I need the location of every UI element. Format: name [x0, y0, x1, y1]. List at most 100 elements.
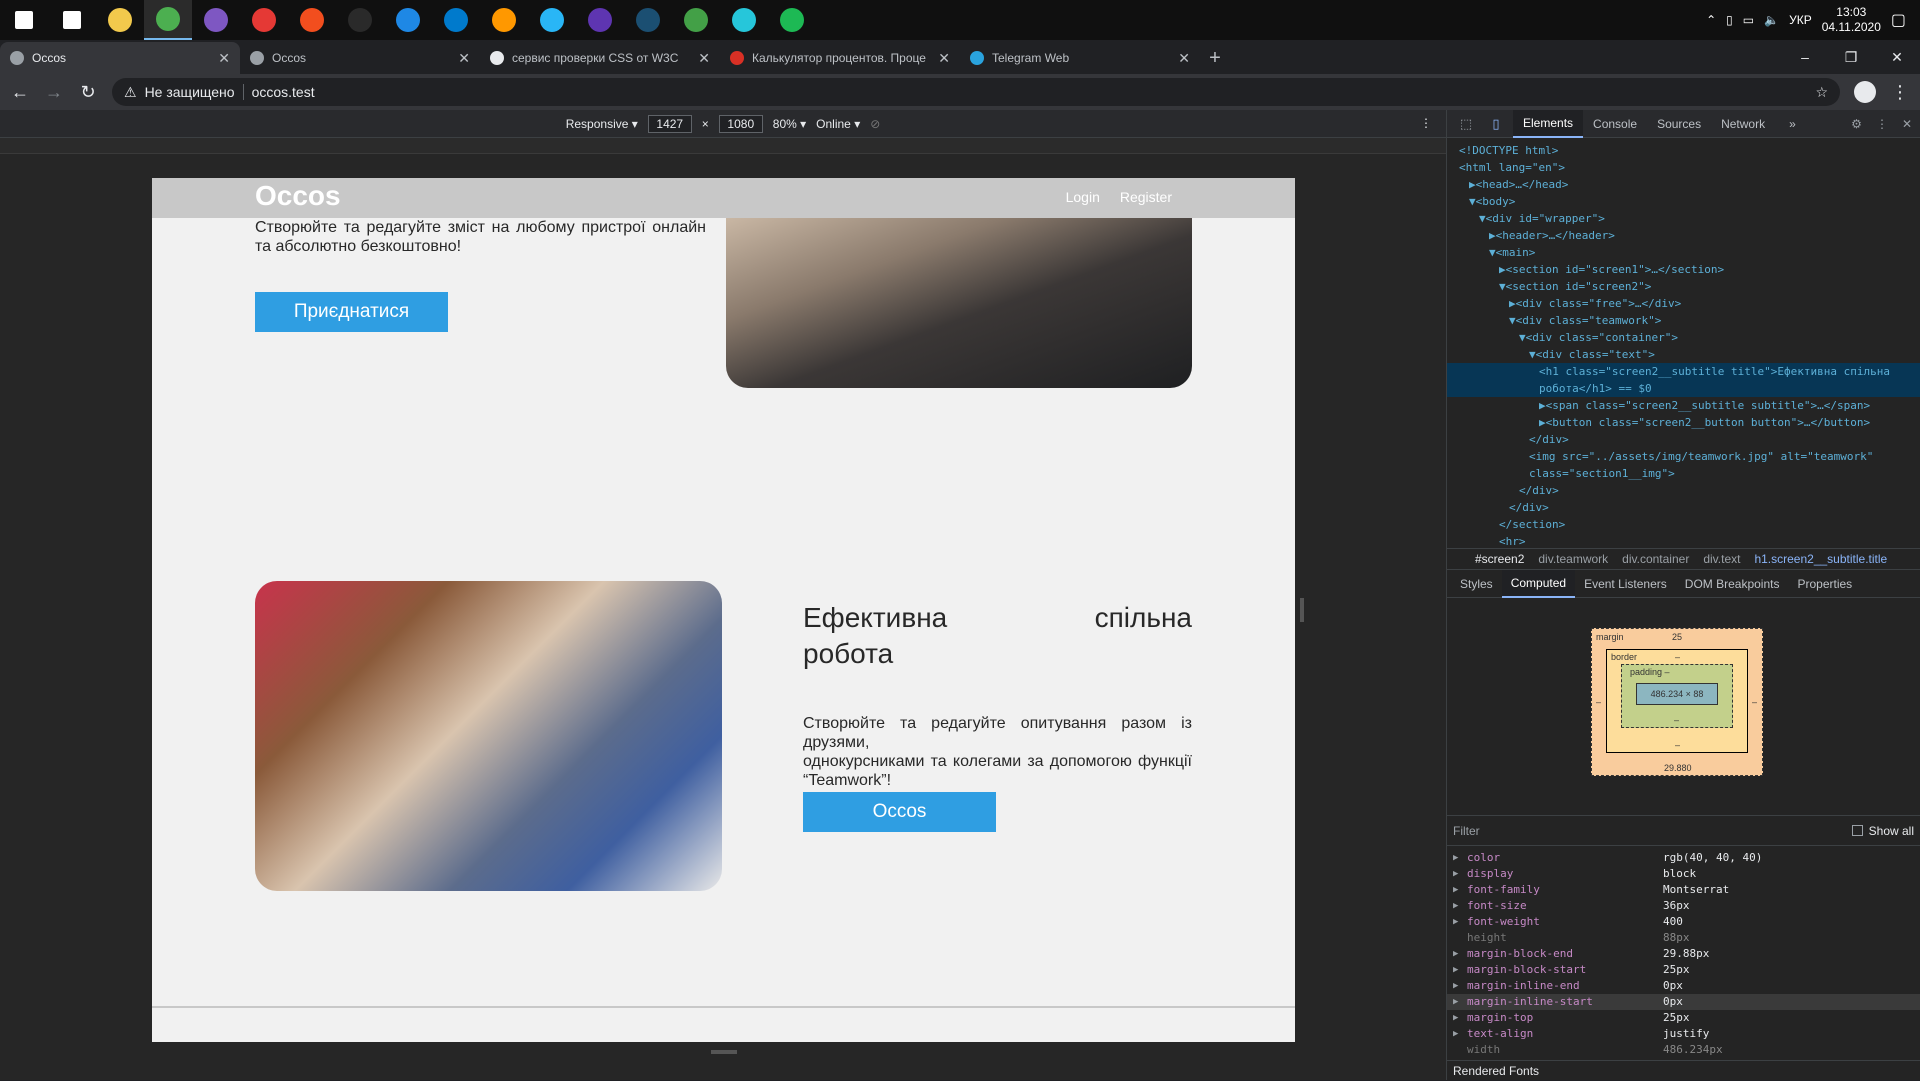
dom-node[interactable]: ▼<main> [1447, 244, 1920, 261]
device-mode-select[interactable]: Responsive ▾ [566, 117, 638, 131]
computed-property-row[interactable]: ▶ display block [1447, 866, 1920, 882]
bookmark-star-icon[interactable]: ☆ [1815, 84, 1828, 101]
steam-icon[interactable] [624, 0, 672, 40]
computed-property-row[interactable]: ▶ margin-block-start 25px [1447, 962, 1920, 978]
dom-node[interactable]: ▶<button class="screen2__button button">… [1447, 414, 1920, 431]
expand-arrow-icon[interactable]: ▶ [1453, 850, 1467, 866]
computed-property-row[interactable]: ▶ margin-block-end 29.88px [1447, 946, 1920, 962]
dom-node[interactable]: ▼<body> [1447, 193, 1920, 210]
show-all-toggle[interactable]: Show all [1851, 824, 1914, 838]
close-window-icon[interactable]: ✕ [1874, 40, 1920, 74]
expand-arrow-icon[interactable]: ▶ [1453, 1026, 1467, 1042]
devtools-tab-sources[interactable]: Sources [1647, 110, 1711, 138]
notifications-icon[interactable]: ▢ [1891, 10, 1906, 30]
computed-property-row[interactable]: ▶ font-weight 400 [1447, 914, 1920, 930]
computed-property-row[interactable]: ▶ margin-inline-end 0px [1447, 978, 1920, 994]
sub-tab-event-listeners[interactable]: Event Listeners [1575, 570, 1676, 598]
expand-arrow-icon[interactable]: ▶ [1453, 1010, 1467, 1026]
sub-tab-computed[interactable]: Computed [1501, 569, 1576, 598]
viewport-resize-handle-bottom[interactable] [711, 1050, 737, 1054]
dom-node[interactable]: </div> [1447, 431, 1920, 448]
dom-node[interactable]: ▶<span class="screen2__subtitle subtitle… [1447, 397, 1920, 414]
computed-property-row[interactable]: height 88px [1447, 930, 1920, 946]
vscode-icon[interactable] [432, 0, 480, 40]
register-link[interactable]: Register [1120, 189, 1172, 205]
breadcrumb-item[interactable]: #screen2 [1475, 552, 1524, 566]
expand-arrow-icon[interactable] [1453, 1042, 1467, 1058]
figma-icon[interactable] [288, 0, 336, 40]
reload-icon[interactable]: ↻ [78, 82, 98, 103]
expand-arrow-icon[interactable]: ▶ [1453, 962, 1467, 978]
expand-arrow-icon[interactable]: ▶ [1453, 978, 1467, 994]
back-arrow-icon[interactable]: ← [10, 82, 30, 103]
file-explorer-icon[interactable] [96, 0, 144, 40]
sub-tab-dom-breakpoints[interactable]: DOM Breakpoints [1676, 570, 1789, 598]
breadcrumb-item[interactable]: div.container [1622, 552, 1689, 566]
dom-node[interactable]: <hr> [1447, 533, 1920, 548]
dom-node[interactable]: class="section1__img"> [1447, 465, 1920, 482]
rotate-icon[interactable]: ⊘ [870, 117, 880, 131]
computed-property-row[interactable]: ▶ margin-top 25px [1447, 1010, 1920, 1026]
box-model-margin[interactable]: margin 25 29.880 – – border – – padding … [1591, 628, 1763, 776]
sub-tab-styles[interactable]: Styles [1451, 570, 1502, 598]
tab-close-icon[interactable]: ✕ [698, 50, 710, 67]
computed-property-row[interactable]: ▶ text-align justify [1447, 1026, 1920, 1042]
expand-arrow-icon[interactable]: ▶ [1453, 882, 1467, 898]
dom-node[interactable]: ▼<div class="text"> [1447, 346, 1920, 363]
chrome-menu-icon[interactable]: ⋮ [1890, 82, 1910, 103]
box-model-padding[interactable]: padding – – 486.234 × 88 [1621, 664, 1733, 728]
dom-node[interactable]: </div> [1447, 499, 1920, 516]
chevron-up-icon[interactable]: ⌃ [1706, 13, 1716, 27]
devtools-tab-console[interactable]: Console [1583, 110, 1647, 138]
dom-node[interactable]: ▶<section id="screen1">…</section> [1447, 261, 1920, 278]
devtools-menu-icon[interactable]: ⋮ [1876, 117, 1888, 131]
browser-tab[interactable]: сервис проверки CSS от W3C ✕ [480, 42, 720, 74]
dom-node[interactable]: </section> [1447, 516, 1920, 533]
dom-node[interactable]: ▶<header>…</header> [1447, 227, 1920, 244]
dom-node[interactable]: ▶<div class="free">…</div> [1447, 295, 1920, 312]
expand-arrow-icon[interactable]: ▶ [1453, 866, 1467, 882]
dom-node[interactable]: <h1 class="screen2__subtitle title">Ефек… [1447, 363, 1920, 380]
devtools-tab-elements[interactable]: Elements [1513, 109, 1584, 138]
dom-node[interactable]: <html lang="en"> [1447, 159, 1920, 176]
computed-property-row[interactable]: ▶ color rgb(40, 40, 40) [1447, 850, 1920, 866]
device-toggle-icon[interactable]: ▯ [1483, 116, 1509, 132]
zoom-select[interactable]: 80% ▾ [773, 117, 806, 131]
settings-gear-icon[interactable]: ⚙ [1851, 117, 1862, 131]
security-status[interactable]: Не защищено [145, 84, 235, 100]
address-bar[interactable]: ⚠ Не защищено occos.test ☆ [112, 78, 1840, 106]
box-model-border[interactable]: border – – padding – – 486.234 × 88 [1606, 649, 1748, 753]
sublime-text-icon[interactable] [480, 0, 528, 40]
inspect-element-icon[interactable]: ⬚ [1453, 116, 1479, 132]
windows-start-icon[interactable] [0, 0, 48, 40]
expand-arrow-icon[interactable]: ▶ [1453, 994, 1467, 1010]
device-toolbar-menu-icon[interactable]: ⋮ [1420, 116, 1432, 130]
app-teal-icon[interactable] [720, 0, 768, 40]
url-text[interactable]: occos.test [252, 84, 315, 100]
forward-arrow-icon[interactable]: → [44, 82, 64, 103]
media-query-ruler[interactable] [0, 138, 1446, 154]
join-button[interactable]: Приєднатися [255, 292, 448, 332]
computed-property-row[interactable]: ▶ font-size 36px [1447, 898, 1920, 914]
search-icon[interactable] [48, 0, 96, 40]
tab-close-icon[interactable]: ✕ [1178, 50, 1190, 67]
language-indicator[interactable]: УКР [1789, 13, 1812, 27]
expand-arrow-icon[interactable] [1453, 930, 1467, 946]
app-purple-icon[interactable] [192, 0, 240, 40]
login-link[interactable]: Login [1066, 189, 1100, 205]
dom-node[interactable]: <img src="../assets/img/teamwork.jpg" al… [1447, 448, 1920, 465]
expand-arrow-icon[interactable]: ▶ [1453, 946, 1467, 962]
site-logo[interactable]: Occos [255, 180, 341, 212]
close-devtools-icon[interactable]: ✕ [1902, 117, 1912, 131]
viewport-resize-handle-right[interactable] [1300, 598, 1304, 622]
tab-close-icon[interactable]: ✕ [458, 50, 470, 67]
tab-close-icon[interactable]: ✕ [938, 50, 950, 67]
sub-tab-properties[interactable]: Properties [1788, 570, 1861, 598]
app-blue-circle-icon[interactable] [384, 0, 432, 40]
dom-node[interactable]: </div> [1447, 482, 1920, 499]
battery-icon[interactable]: ▯ [1726, 13, 1733, 27]
dom-node[interactable]: ▼<section id="screen2"> [1447, 278, 1920, 295]
browser-tab[interactable]: Occos ✕ [0, 42, 240, 74]
devtools-tab-network[interactable]: Network [1711, 110, 1775, 138]
epic-games-icon[interactable] [336, 0, 384, 40]
